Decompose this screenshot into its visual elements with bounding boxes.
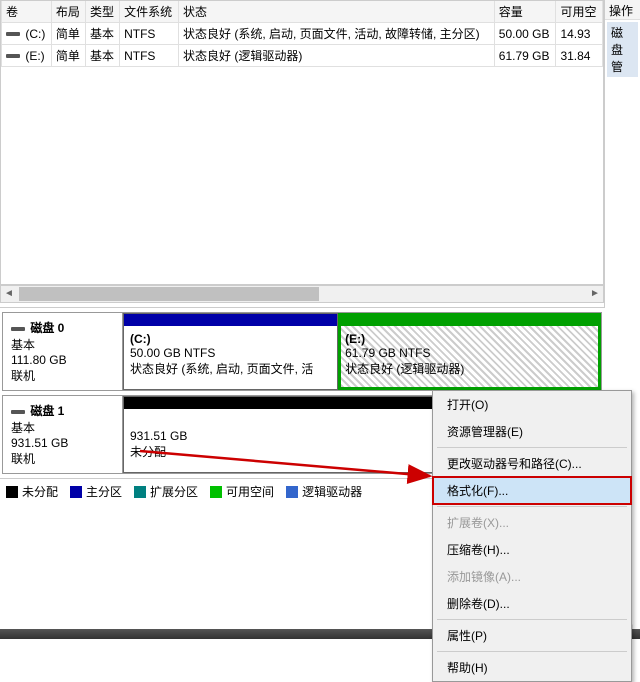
col-header[interactable]: 文件系统 bbox=[120, 1, 179, 23]
actions-header: 操作 bbox=[605, 0, 640, 20]
actions-item[interactable]: 磁盘管 bbox=[607, 22, 638, 77]
partition[interactable]: (E:)61.79 GB NTFS状态良好 (逻辑驱动器) bbox=[338, 313, 601, 390]
volume-icon bbox=[6, 54, 20, 58]
scroll-right-icon[interactable]: ► bbox=[587, 286, 603, 302]
menu-item[interactable]: 格式化(F)... bbox=[433, 477, 631, 504]
volume-icon bbox=[6, 32, 20, 36]
menu-separator bbox=[437, 619, 627, 620]
col-header[interactable]: 布局 bbox=[51, 1, 85, 23]
disk-label: 磁盘 0基本111.80 GB联机 bbox=[3, 313, 123, 390]
legend-item: 主分区 bbox=[70, 483, 122, 500]
legend-swatch bbox=[70, 486, 82, 498]
volume-list-pane: 卷布局类型文件系统状态容量可用空 (C:)简单基本NTFS状态良好 (系统, 启… bbox=[0, 0, 640, 308]
menu-item[interactable]: 删除卷(D)... bbox=[433, 590, 631, 617]
disk-graph: (C:)50.00 GB NTFS状态良好 (系统, 启动, 页面文件, 活(E… bbox=[123, 313, 601, 390]
disk-label: 磁盘 1基本931.51 GB联机 bbox=[3, 396, 123, 473]
col-header[interactable]: 状态 bbox=[179, 1, 495, 23]
partition-bar bbox=[339, 314, 600, 326]
menu-item[interactable]: 压缩卷(H)... bbox=[433, 536, 631, 563]
disk-row: 磁盘 0基本111.80 GB联机(C:)50.00 GB NTFS状态良好 (… bbox=[2, 312, 602, 391]
scroll-left-icon[interactable]: ◄ bbox=[1, 286, 17, 302]
h-scrollbar[interactable]: ◄ ► bbox=[0, 285, 604, 303]
menu-item[interactable]: 更改驱动器号和路径(C)... bbox=[433, 450, 631, 477]
scroll-thumb[interactable] bbox=[19, 287, 319, 301]
col-header[interactable]: 类型 bbox=[86, 1, 120, 23]
menu-item[interactable]: 帮助(H) bbox=[433, 654, 631, 681]
menu-separator bbox=[437, 506, 627, 507]
table-row[interactable]: (C:)简单基本NTFS状态良好 (系统, 启动, 页面文件, 活动, 故障转储… bbox=[2, 23, 603, 45]
partition[interactable]: (C:)50.00 GB NTFS状态良好 (系统, 启动, 页面文件, 活 bbox=[123, 313, 338, 390]
menu-item[interactable]: 属性(P) bbox=[433, 622, 631, 649]
annotation-arrow bbox=[140, 451, 440, 453]
menu-item: 扩展卷(X)... bbox=[433, 509, 631, 536]
col-header[interactable]: 容量 bbox=[494, 1, 556, 23]
actions-panel: 操作 磁盘管 bbox=[604, 0, 640, 308]
menu-item[interactable]: 打开(O) bbox=[433, 391, 631, 418]
volume-table: 卷布局类型文件系统状态容量可用空 (C:)简单基本NTFS状态良好 (系统, 启… bbox=[1, 1, 603, 67]
table-row[interactable]: (E:)简单基本NTFS状态良好 (逻辑驱动器)61.79 GB31.84 bbox=[2, 45, 603, 67]
partition-bar bbox=[124, 314, 337, 326]
disk-icon bbox=[11, 327, 25, 331]
menu-separator bbox=[437, 447, 627, 448]
col-header[interactable]: 可用空 bbox=[556, 1, 603, 23]
col-header[interactable]: 卷 bbox=[2, 1, 52, 23]
disk-icon bbox=[11, 410, 25, 414]
legend-item: 未分配 bbox=[6, 483, 58, 500]
menu-separator bbox=[437, 651, 627, 652]
context-menu[interactable]: 打开(O)资源管理器(E) 更改驱动器号和路径(C)...格式化(F)... 扩展卷… bbox=[432, 390, 632, 682]
legend-swatch bbox=[6, 486, 18, 498]
menu-item: 添加镜像(A)... bbox=[433, 563, 631, 590]
menu-item[interactable]: 资源管理器(E) bbox=[433, 418, 631, 445]
